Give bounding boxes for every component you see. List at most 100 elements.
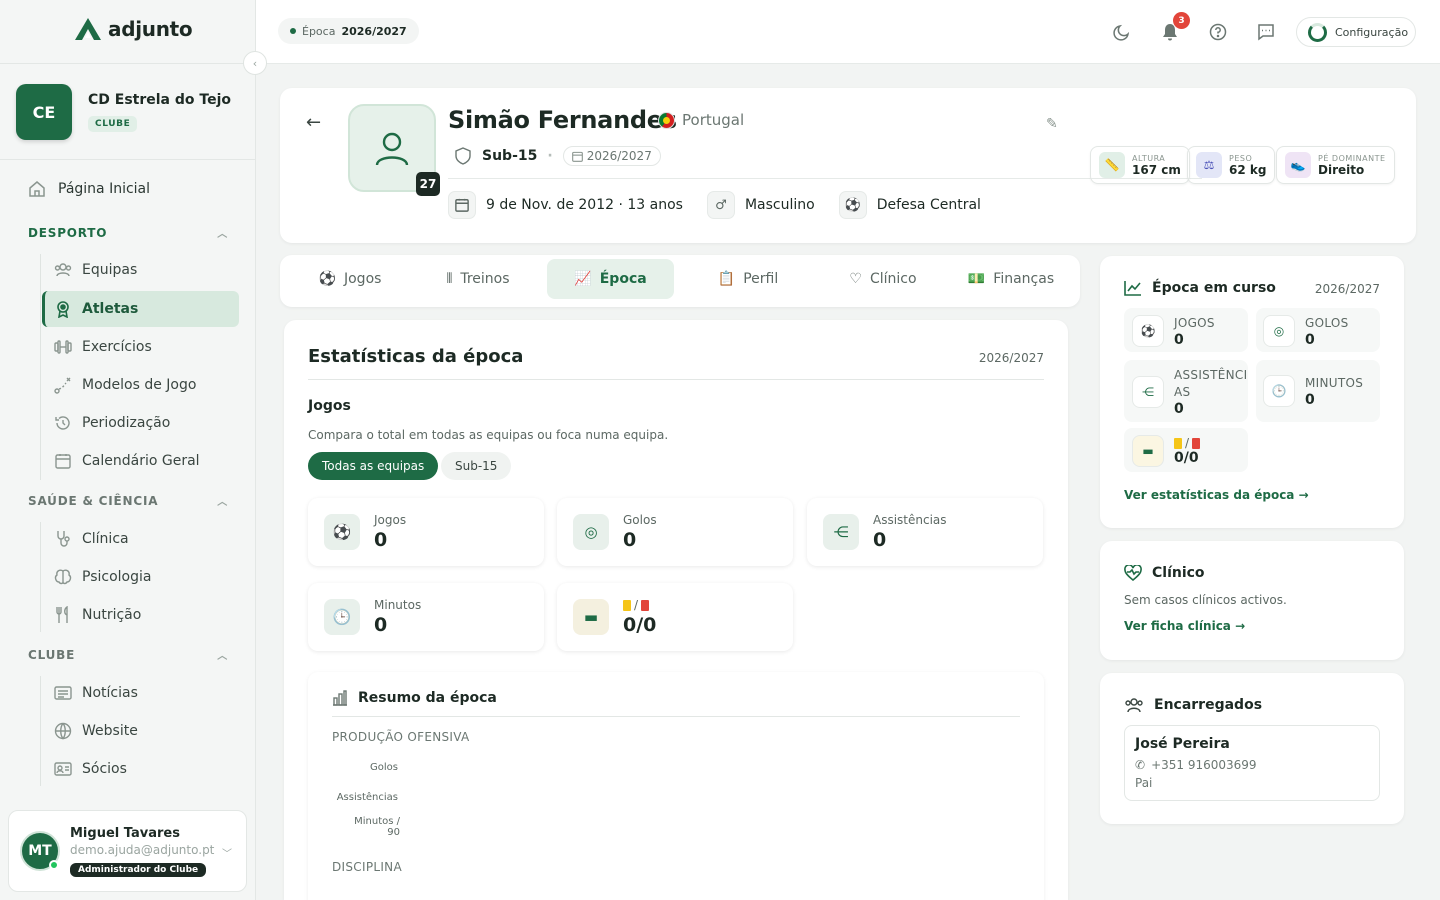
sidebar-item-website[interactable]: Website (42, 713, 239, 749)
user-menu[interactable]: MT Miguel Tavares demo.ajuda@adjunto.pt … (8, 810, 247, 892)
sidebar-item-noticias[interactable]: Notícias (42, 675, 239, 711)
card-icon: ▬ (1132, 435, 1164, 467)
filter-all-teams-button[interactable]: Todas as equipas (308, 452, 439, 480)
share-icon: ⋲ (823, 514, 859, 550)
edit-player-button[interactable]: ✎ (1046, 116, 1058, 132)
tab-financas[interactable]: 💵 Finanças (956, 259, 1066, 299)
view-clinical-record-link[interactable]: Ver ficha clínica → (1124, 619, 1245, 633)
stat-label: / (634, 598, 639, 612)
season-label: Época (302, 24, 336, 38)
configuration-label: Configuração (1335, 25, 1409, 39)
birth-label: 9 de Nov. de 2012 · 13 anos (486, 197, 683, 213)
attribute-value: 167 cm (1132, 162, 1181, 177)
sidebar-item-label: Modelos de Jogo (82, 377, 197, 393)
sidebar-item-nutricao[interactable]: Nutrição (42, 597, 239, 633)
red-card-icon (641, 599, 650, 611)
sidebar-item-label: Periodização (82, 415, 171, 431)
tab-epoca[interactable]: 📈 Época (547, 259, 674, 299)
page-title: Estatísticas da época (308, 346, 524, 367)
nav-home[interactable]: Página Inicial (28, 180, 150, 198)
messages-button[interactable] (1254, 20, 1278, 44)
card-title-label: Clínico (1152, 565, 1205, 581)
help-button[interactable] (1206, 20, 1230, 44)
nav-section-saude-ciencia[interactable]: SAÚDE & CIÊNCIA ︿ (28, 493, 228, 509)
sidebar-item-equipas[interactable]: Equipas (42, 252, 239, 288)
season-summary: Resumo da época PRODUÇÃO OFENSIVA Golos … (308, 672, 1044, 900)
sidebar-item-modelos-de-jogo[interactable]: Modelos de Jogo (42, 367, 239, 403)
tab-clinico[interactable]: ♡ Clínico (828, 259, 938, 299)
calendar-icon (571, 151, 583, 162)
heart-pulse-icon (1124, 565, 1142, 581)
nav-group-line (40, 676, 41, 786)
sidebar-item-label: Calendário Geral (82, 453, 200, 469)
player-team[interactable]: Sub-15 (482, 148, 537, 164)
sidebar-item-label: Website (82, 723, 138, 739)
target-icon: ◎ (1263, 315, 1295, 347)
tab-jogos[interactable]: ⚽ Jogos (300, 259, 400, 299)
brain-icon (54, 568, 72, 586)
app-logo[interactable]: adjunto (74, 17, 193, 41)
dumbbell-icon: ⫴ (446, 271, 453, 287)
sidebar-item-socios[interactable]: Sócios (42, 751, 239, 787)
sidebar-item-exercicios[interactable]: Exercícios (42, 329, 239, 365)
chat-icon (1258, 24, 1274, 41)
boot-icon: 👟 (1285, 152, 1311, 178)
current-season-card: Época em curso 2026/2027 ⚽ JOGOS 0 ◎ GOLO… (1100, 256, 1404, 528)
card-title-label: Encarregados (1154, 697, 1263, 713)
divider (0, 63, 256, 64)
theme-toggle-button[interactable] (1110, 20, 1134, 44)
country-label: Portugal (682, 111, 745, 129)
guardian-item[interactable]: José Pereira ✆ +351 916003699 Pai (1124, 725, 1380, 801)
tab-label: Finanças (993, 271, 1055, 287)
clipboard-icon: 📋 (717, 271, 736, 287)
tab-perfil[interactable]: 📋 Perfil (698, 259, 798, 299)
collapse-sidebar-button[interactable]: ‹ (243, 51, 267, 75)
back-button[interactable]: ← (306, 112, 321, 133)
sidebar-item-calendario-geral[interactable]: Calendário Geral (42, 443, 239, 479)
card-season: 2026/2027 (1314, 282, 1380, 296)
nav-section-title: CLUBE (28, 647, 76, 662)
card-title: Época em curso (1124, 280, 1276, 296)
attribute-height: 📏 ALTURA 167 cm (1090, 146, 1190, 184)
shield-icon (455, 147, 471, 165)
season-selector[interactable]: Época 2026/2027 (278, 18, 419, 44)
sidebar-item-periodizacao[interactable]: Periodização (42, 405, 239, 441)
configuration-button[interactable]: Configuração (1296, 17, 1416, 47)
nav-section-clube[interactable]: CLUBE ︿ (28, 647, 228, 663)
notifications-button[interactable]: 3 (1158, 12, 1190, 44)
tab-treinos[interactable]: ⫴ Treinos (428, 259, 528, 299)
sidebar-item-psicologia[interactable]: Psicologia (42, 559, 239, 595)
card-title: Clínico (1124, 565, 1205, 581)
guardian-relation: Pai (1135, 776, 1153, 790)
chevron-left-icon: ‹ (252, 56, 258, 70)
stat-label: Assistências (873, 513, 947, 527)
tab-label: Perfil (743, 271, 779, 287)
section-description: Compara o total em todas as equipas ou f… (308, 428, 669, 442)
mini-value: 0 (1305, 331, 1315, 348)
sidebar-item-atletas[interactable]: Atletas (42, 291, 239, 327)
stat-value: 0 (374, 529, 388, 551)
summary-title: Resumo da época (332, 690, 497, 706)
sidebar-item-label: Exercícios (82, 339, 152, 355)
player-country: Portugal (658, 111, 744, 129)
app-name: adjunto (108, 17, 193, 41)
card-title: Encarregados (1124, 697, 1262, 713)
club-switcher[interactable]: CE CD Estrela do Tejo CLUBE (16, 84, 231, 140)
filter-sub15-button[interactable]: Sub-15 (441, 452, 512, 480)
divider (332, 716, 1020, 717)
sidebar-item-clinica[interactable]: Clínica (42, 521, 239, 557)
view-season-stats-link[interactable]: Ver estatísticas da época → (1124, 488, 1309, 502)
nav-section-desporto[interactable]: DESPORTO ︿ (28, 225, 228, 241)
player-profile-header: ← 27 Simão Fernandes Portugal ✎ Sub-15 ·… (280, 88, 1416, 243)
player-position: ⚽ Defesa Central (838, 191, 981, 219)
nav-section-title: DESPORTO (28, 225, 108, 240)
home-icon (28, 180, 46, 198)
attribute-dominant-foot: 👟 PÉ DOMINANTE Direito (1276, 146, 1395, 184)
status-dot (290, 28, 296, 34)
progress-ring-icon (1308, 22, 1327, 42)
clock-icon: 🕒 (1263, 375, 1295, 407)
scale-icon: ⚖ (1196, 152, 1222, 178)
stethoscope-icon (54, 530, 72, 548)
guardian-phone[interactable]: ✆ +351 916003699 (1135, 758, 1369, 772)
user-email: demo.ajuda@adjunto.pt (70, 842, 215, 857)
